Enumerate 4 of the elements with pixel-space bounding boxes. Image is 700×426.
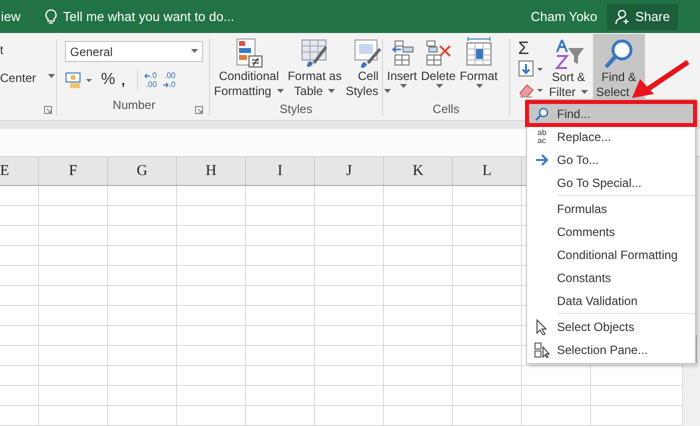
group-label: Number (112, 98, 156, 114)
group-label: Cells (432, 102, 460, 118)
group-label: Styles (278, 102, 314, 118)
replace-icon: ab ac (538, 128, 546, 144)
